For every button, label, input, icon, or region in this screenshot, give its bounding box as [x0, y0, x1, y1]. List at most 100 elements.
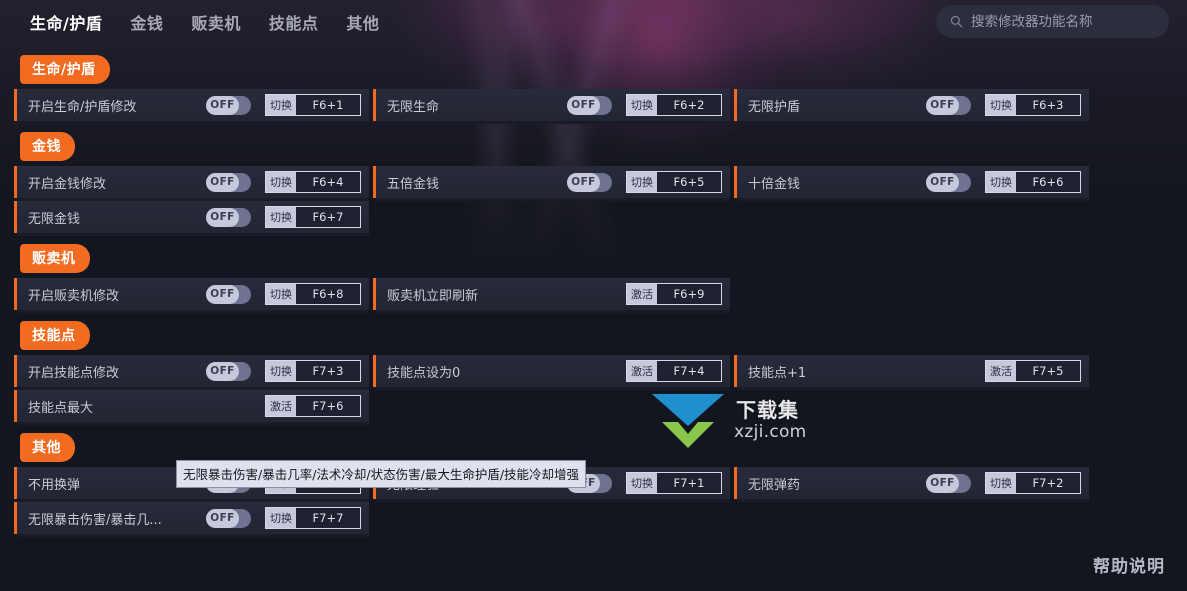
cheat-row: 无限护盾 OFF 切换 F6+3 — [734, 89, 1089, 124]
search-box[interactable] — [936, 5, 1169, 38]
cheat-row-label: 开启贩卖机修改 — [28, 288, 120, 304]
cheat-row-label: 技能点最大 — [28, 400, 94, 416]
hotkey-action-label: 切换 — [266, 284, 296, 304]
cheat-row-label: 贩卖机立即刷新 — [387, 288, 479, 304]
cheat-row-label: 技能点设为0 — [387, 365, 461, 381]
section-title: 其他 — [20, 433, 75, 462]
hotkey-key-label: F7+5 — [1016, 361, 1080, 381]
hotkey-action-label: 切换 — [266, 361, 296, 381]
hotkey-binding[interactable]: 切换 F6+5 — [626, 171, 722, 193]
toggle-switch[interactable]: OFF — [206, 172, 251, 192]
hotkey-action-label: 激活 — [986, 361, 1016, 381]
cheat-row: 无限弹药 OFF 切换 F7+2 — [734, 467, 1089, 502]
cheat-row-label: 不用换弹 — [28, 477, 81, 493]
hotkey-key-label: F7+4 — [657, 361, 721, 381]
hotkey-key-label: F7+1 — [657, 473, 721, 493]
section-title: 技能点 — [20, 321, 90, 350]
section-rows: 开启贩卖机修改 OFF 切换 F6+8 贩卖机立即刷新 激活 F6+9 — [14, 278, 1177, 313]
hotkey-key-label: F6+5 — [657, 172, 721, 192]
toggle-switch[interactable]: OFF — [206, 508, 251, 528]
hotkey-binding[interactable]: 切换 F6+1 — [265, 94, 361, 116]
tab-vending-machine[interactable]: 贩卖机 — [191, 10, 241, 34]
hotkey-key-label: F6+3 — [1016, 95, 1080, 115]
cheat-row-label: 五倍金钱 — [387, 176, 440, 192]
cheat-row: 五倍金钱 OFF 切换 F6+5 — [373, 166, 730, 201]
hotkey-binding[interactable]: 切换 F7+1 — [626, 472, 722, 494]
hotkey-binding[interactable]: 切换 F6+2 — [626, 94, 722, 116]
hotkey-action-label: 激活 — [627, 284, 657, 304]
section-rows: 开启金钱修改 OFF 切换 F6+4 五倍金钱 OFF 切换 F6+5 十倍金钱 OFF 切换 F6+… — [14, 166, 1177, 236]
tab-health-shield[interactable]: 生命/护盾 — [30, 10, 102, 34]
hotkey-key-label: F7+2 — [1016, 473, 1080, 493]
search-icon — [950, 15, 963, 28]
tooltip: 无限暴击伤害/暴击几率/法术冷却/状态伤害/最大生命护盾/技能冷却增强 — [176, 460, 587, 488]
cheat-row-label: 无限弹药 — [748, 477, 801, 493]
toggle-state-label: OFF — [567, 95, 600, 115]
hotkey-action-label: 切换 — [986, 172, 1016, 192]
toggle-state-label: OFF — [926, 95, 959, 115]
section: 金钱 开启金钱修改 OFF 切换 F6+4 五倍金钱 OFF 切换 F6+5 十倍金钱 OFF 切换 F… — [14, 126, 1177, 236]
toggle-switch[interactable]: OFF — [206, 284, 251, 304]
section-title: 生命/护盾 — [20, 55, 110, 84]
toggle-switch[interactable]: OFF — [206, 361, 251, 381]
toggle-switch[interactable]: OFF — [567, 95, 612, 115]
toggle-switch[interactable]: OFF — [206, 207, 251, 227]
cheat-row: 开启生命/护盾修改 OFF 切换 F6+1 — [14, 89, 369, 124]
cheat-row: 无限生命 OFF 切换 F6+2 — [373, 89, 730, 124]
hotkey-binding[interactable]: 切换 F7+2 — [985, 472, 1081, 494]
section: 技能点 开启技能点修改 OFF 切换 F7+3 技能点设为0 激活 F7+4 技能点+1 激活 F7… — [14, 315, 1177, 425]
toggle-state-label: OFF — [206, 207, 239, 227]
hotkey-binding[interactable]: 切换 F6+3 — [985, 94, 1081, 116]
toggle-switch[interactable]: OFF — [926, 473, 971, 493]
cheat-row-label: 技能点+1 — [748, 365, 807, 381]
hotkey-action-label: 切换 — [266, 172, 296, 192]
toggle-state-label: OFF — [567, 172, 600, 192]
help-button[interactable]: 帮助说明 — [1093, 552, 1165, 577]
tab-bar: 生命/护盾 金钱 贩卖机 技能点 其他 — [30, 10, 379, 34]
cheat-row: 贩卖机立即刷新 激活 F6+9 — [373, 278, 730, 313]
cheat-row: 十倍金钱 OFF 切换 F6+6 — [734, 166, 1089, 201]
toggle-state-label: OFF — [206, 95, 239, 115]
hotkey-binding[interactable]: 切换 F6+4 — [265, 171, 361, 193]
hotkey-key-label: F6+9 — [657, 284, 721, 304]
tab-money[interactable]: 金钱 — [130, 10, 163, 34]
hotkey-action-label: 切换 — [266, 508, 296, 528]
hotkey-action-label: 切换 — [627, 95, 657, 115]
hotkey-key-label: F7+3 — [296, 361, 360, 381]
hotkey-binding[interactable]: 切换 F6+8 — [265, 283, 361, 305]
hotkey-action-label: 激活 — [266, 396, 296, 416]
hotkey-binding[interactable]: 激活 F6+9 — [626, 283, 722, 305]
hotkey-binding[interactable]: 切换 F7+3 — [265, 360, 361, 382]
search-input[interactable] — [971, 13, 1155, 30]
cheat-row-label: 十倍金钱 — [748, 176, 801, 192]
cheat-row-label: 无限护盾 — [748, 99, 801, 115]
cheat-row: 技能点设为0 激活 F7+4 — [373, 355, 730, 390]
hotkey-binding[interactable]: 切换 F7+7 — [265, 507, 361, 529]
hotkey-key-label: F6+2 — [657, 95, 721, 115]
section-rows: 开启技能点修改 OFF 切换 F7+3 技能点设为0 激活 F7+4 技能点+1 激活 F7+5 技… — [14, 355, 1177, 425]
hotkey-binding[interactable]: 激活 F7+6 — [265, 395, 361, 417]
toggle-state-label: OFF — [926, 172, 959, 192]
tab-other[interactable]: 其他 — [346, 10, 379, 34]
tab-skill-points[interactable]: 技能点 — [269, 10, 319, 34]
cheat-row: 开启技能点修改 OFF 切换 F7+3 — [14, 355, 369, 390]
cheat-row-label: 无限金钱 — [28, 211, 81, 227]
cheat-row-label: 开启金钱修改 — [28, 176, 107, 192]
hotkey-action-label: 切换 — [266, 207, 296, 227]
hotkey-binding[interactable]: 切换 F6+7 — [265, 206, 361, 228]
hotkey-key-label: F7+6 — [296, 396, 360, 416]
hotkey-action-label: 切换 — [627, 172, 657, 192]
section-title: 贩卖机 — [20, 244, 90, 273]
section: 贩卖机开启贩卖机修改 OFF 切换 F6+8 贩卖机立即刷新 激活 F6+9 — [14, 238, 1177, 313]
toggle-switch[interactable]: OFF — [926, 95, 971, 115]
hotkey-binding[interactable]: 激活 F7+4 — [626, 360, 722, 382]
toggle-state-label: OFF — [206, 172, 239, 192]
toggle-switch[interactable]: OFF — [567, 172, 612, 192]
toggle-switch[interactable]: OFF — [926, 172, 971, 192]
hotkey-binding[interactable]: 切换 F6+6 — [985, 171, 1081, 193]
section-title: 金钱 — [20, 132, 75, 161]
toggle-switch[interactable]: OFF — [206, 95, 251, 115]
hotkey-key-label: F7+7 — [296, 508, 360, 528]
hotkey-key-label: F6+8 — [296, 284, 360, 304]
hotkey-binding[interactable]: 激活 F7+5 — [985, 360, 1081, 382]
